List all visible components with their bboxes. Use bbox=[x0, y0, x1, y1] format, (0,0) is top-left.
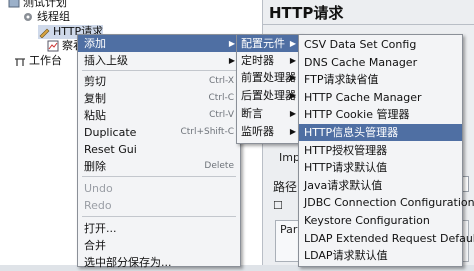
menu-item-label: 复制 bbox=[84, 92, 106, 105]
menu-item-label: Redo bbox=[84, 199, 112, 212]
menu-item-label: 打开... bbox=[84, 222, 117, 235]
shortcut-label: Ctrl-X bbox=[209, 76, 234, 86]
menu-item-label: Java请求默认值 bbox=[304, 178, 383, 192]
divider bbox=[263, 24, 474, 25]
shortcut-label: Ctrl+Shift-C bbox=[180, 127, 234, 137]
config-submenu-item[interactable]: Java请求默认值 bbox=[299, 177, 462, 194]
context-menu: 添加 ▶ 插入上级 ▶ 剪切 Ctrl-X 复制 Ctrl-C 粘贴 Ctrl-V Duplicat… bbox=[77, 34, 241, 269]
menu-separator bbox=[82, 216, 236, 217]
context-menu-item[interactable]: 添加 ▶ bbox=[78, 35, 240, 52]
menu-item-label: HTTP授权管理器 bbox=[304, 143, 388, 157]
config-submenu-item[interactable]: HTTP请求默认值 bbox=[299, 159, 462, 176]
menu-item-label: 合并 bbox=[84, 239, 106, 252]
context-menu-item[interactable]: Reset Gui bbox=[78, 141, 240, 158]
chevron-right-icon: ▶ bbox=[289, 56, 296, 65]
add-submenu-item[interactable]: 监听器 ▶ bbox=[237, 123, 301, 140]
shortcut-label: Ctrl-C bbox=[208, 93, 234, 103]
menu-item-label: 剪切 bbox=[84, 75, 106, 88]
gear-icon bbox=[22, 11, 34, 23]
pencil-icon bbox=[38, 26, 50, 39]
tree-item-label: 线程组 bbox=[37, 10, 70, 23]
menu-item-label: 添加 bbox=[84, 37, 106, 50]
menu-item-label: JDBC Connection Configuration bbox=[304, 196, 474, 210]
chevron-right-icon: ▶ bbox=[228, 39, 235, 48]
menu-item-label: 粘贴 bbox=[84, 109, 106, 122]
config-submenu-item[interactable]: JDBC Connection Configuration bbox=[299, 194, 474, 211]
menu-item-label: HTTP Cache Manager bbox=[304, 90, 422, 104]
chevron-right-icon: ▶ bbox=[289, 91, 296, 100]
config-submenu-item[interactable]: HTTP Cookie 管理器 bbox=[299, 106, 462, 123]
menu-item-label: 监听器 bbox=[241, 125, 274, 138]
tree-item-test-plan[interactable]: 测试计划 bbox=[8, 0, 67, 10]
chevron-right-icon: ▶ bbox=[228, 56, 235, 65]
test-plan-icon bbox=[8, 0, 20, 9]
context-menu-item[interactable]: 插入上级 ▶ bbox=[78, 52, 240, 69]
config-submenu-item[interactable]: LDAP请求默认值 bbox=[299, 247, 462, 264]
context-menu-item[interactable]: 粘贴 Ctrl-V bbox=[78, 107, 240, 124]
menu-item-label: Reset Gui bbox=[84, 143, 137, 156]
config-submenu-item[interactable]: Keystore Configuration bbox=[299, 212, 462, 229]
checkbox[interactable]: ☐ bbox=[273, 199, 283, 212]
page-title: HTTP请求 bbox=[269, 4, 344, 22]
menu-item-label: Undo bbox=[84, 182, 113, 195]
menu-item-label: 后置处理器 bbox=[241, 89, 296, 102]
menu-item-label: LDAP请求默认值 bbox=[304, 249, 388, 263]
menu-item-label: 定时器 bbox=[241, 54, 274, 67]
add-submenu-item[interactable]: 配置元件 ▶ bbox=[237, 35, 301, 52]
menu-item-label: CSV Data Set Config bbox=[304, 38, 417, 51]
context-menu-item[interactable]: 打开... bbox=[78, 220, 240, 237]
config-submenu-item[interactable]: LDAP Extended Request Defaults bbox=[299, 230, 474, 247]
config-submenu-item[interactable]: DNS Cache Manager bbox=[299, 54, 462, 71]
menu-item-label: FTP请求缺省值 bbox=[304, 73, 379, 87]
add-submenu-item[interactable]: 断言 ▶ bbox=[237, 105, 301, 122]
config-submenu-item[interactable]: HTTP信息头管理器 bbox=[299, 124, 462, 141]
tree-item-label: 测试计划 bbox=[23, 0, 67, 9]
menu-item-label: 前置处理器 bbox=[241, 71, 296, 84]
context-menu-item[interactable]: 剪切 Ctrl-X bbox=[78, 73, 240, 90]
menu-item-label: HTTP请求默认值 bbox=[304, 161, 388, 175]
add-submenu-item[interactable]: 前置处理器 ▶ bbox=[237, 69, 301, 86]
chart-icon bbox=[47, 40, 59, 52]
menu-item-label: LDAP Extended Request Defaults bbox=[304, 231, 474, 245]
tree-item-label: 工作台 bbox=[29, 54, 62, 67]
menu-separator bbox=[82, 70, 236, 71]
menu-item-label: Keystore Configuration bbox=[304, 214, 430, 227]
tree-item-thread-group[interactable]: 线程组 bbox=[22, 10, 70, 24]
context-menu-item[interactable]: Duplicate Ctrl+Shift-C bbox=[78, 124, 240, 141]
config-submenu-item[interactable]: CSV Data Set Config bbox=[299, 36, 462, 53]
menu-item-label: 选中部分保存为... bbox=[84, 256, 172, 269]
context-menu-item[interactable]: 选中部分保存为... bbox=[78, 254, 240, 271]
shortcut-label: Delete bbox=[204, 161, 234, 171]
shortcut-label: Ctrl-V bbox=[209, 110, 234, 120]
add-submenu: 配置元件 ▶ 定时器 ▶ 前置处理器 ▶ 后置处理器 ▶ 断言 ▶ 监听器 ▶ bbox=[236, 34, 302, 144]
context-menu-item[interactable]: 复制 Ctrl-C bbox=[78, 90, 240, 107]
config-submenu-item[interactable]: FTP请求缺省值 bbox=[299, 71, 462, 88]
tree-item-workbench[interactable]: 工作台 bbox=[14, 54, 62, 68]
add-submenu-item[interactable]: 定时器 ▶ bbox=[237, 52, 301, 69]
config-submenu-item[interactable]: HTTP授权管理器 bbox=[299, 142, 462, 159]
chevron-right-icon: ▶ bbox=[289, 39, 296, 48]
context-menu-item: Redo bbox=[78, 197, 240, 214]
menu-item-label: HTTP Cookie 管理器 bbox=[304, 108, 410, 122]
menu-item-label: 配置元件 bbox=[241, 37, 285, 50]
config-submenu-item[interactable]: HTTP Cache Manager bbox=[299, 89, 462, 106]
chevron-right-icon: ▶ bbox=[289, 127, 296, 136]
context-menu-item: Undo bbox=[78, 180, 240, 197]
add-submenu-item[interactable]: 后置处理器 ▶ bbox=[237, 87, 301, 104]
menu-item-label: Duplicate bbox=[84, 126, 137, 139]
menu-item-label: 插入上级 bbox=[84, 54, 128, 67]
context-menu-item[interactable]: 删除 Delete bbox=[78, 158, 240, 175]
menu-item-label: 删除 bbox=[84, 160, 106, 173]
chevron-right-icon: ▶ bbox=[289, 73, 296, 82]
menu-item-label: HTTP信息头管理器 bbox=[304, 126, 399, 139]
menu-separator bbox=[82, 176, 236, 177]
menu-item-label: DNS Cache Manager bbox=[304, 55, 418, 69]
workbench-icon bbox=[14, 55, 26, 67]
config-element-submenu: CSV Data Set Config DNS Cache Manager FTP请… bbox=[298, 34, 474, 267]
chevron-right-icon: ▶ bbox=[289, 109, 296, 118]
menu-item-label: 断言 bbox=[241, 107, 263, 120]
context-menu-item[interactable]: 合并 bbox=[78, 237, 240, 254]
